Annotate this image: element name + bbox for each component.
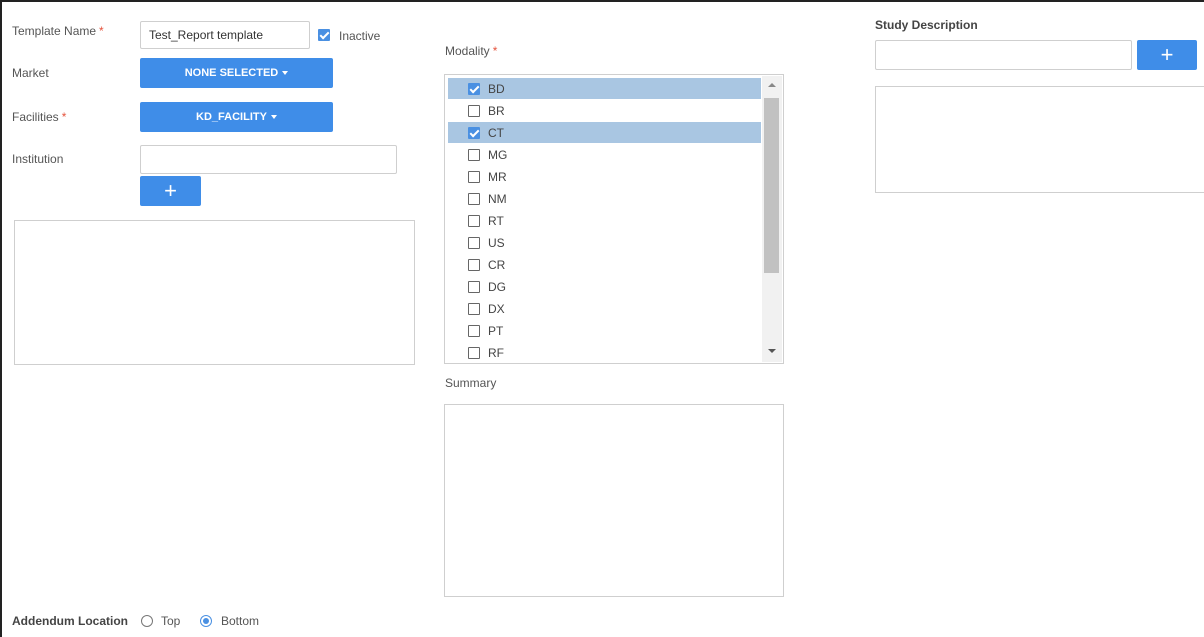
chevron-down-icon: [282, 71, 289, 75]
facilities-button-label: KD_FACILITY: [196, 111, 267, 123]
study-description-label: Study Description: [875, 18, 978, 32]
market-button-label: NONE SELECTED: [184, 67, 279, 79]
modality-item-mr[interactable]: MR: [448, 166, 761, 187]
modality-item-us[interactable]: US: [448, 232, 761, 253]
modality-item-mg[interactable]: MG: [448, 144, 761, 165]
modality-checkbox[interactable]: [468, 83, 480, 95]
modality-item-dx[interactable]: DX: [448, 298, 761, 319]
institution-label: Institution: [12, 152, 64, 166]
modality-checkbox[interactable]: [468, 347, 480, 359]
modality-checkbox[interactable]: [468, 149, 480, 161]
modality-item-label: MR: [488, 170, 507, 184]
market-dropdown-button[interactable]: NONE SELECTED: [140, 58, 333, 88]
scrollbar-thumb[interactable]: [764, 98, 779, 273]
chevron-down-icon: [270, 115, 277, 119]
modality-item-label: PT: [488, 324, 504, 338]
modality-item-label: BR: [488, 104, 505, 118]
summary-textarea[interactable]: [444, 404, 784, 597]
market-label: Market: [12, 66, 49, 80]
plus-icon: +: [1160, 42, 1174, 67]
facilities-dropdown-button[interactable]: KD_FACILITY: [140, 102, 333, 132]
modality-item-label: DX: [488, 302, 505, 316]
inactive-checkbox[interactable]: [318, 29, 330, 41]
modality-checkbox[interactable]: [468, 127, 480, 139]
scroll-up-icon[interactable]: [768, 83, 776, 87]
modality-item-cr[interactable]: CR: [448, 254, 761, 275]
study-description-list[interactable]: [875, 86, 1204, 193]
add-study-description-button[interactable]: +: [1137, 40, 1197, 70]
template-name-label: Template Name *: [12, 24, 104, 38]
modality-item-bd[interactable]: BD: [448, 78, 761, 99]
modality-scrollbar[interactable]: [762, 76, 782, 362]
addendum-top-radio[interactable]: [141, 615, 153, 627]
inactive-label: Inactive: [339, 29, 381, 43]
modality-checkbox[interactable]: [468, 303, 480, 315]
modality-checkbox[interactable]: [468, 281, 480, 293]
addendum-location-label: Addendum Location: [12, 614, 128, 628]
addendum-bottom-radio[interactable]: [200, 615, 212, 627]
modality-item-label: CT: [488, 126, 504, 140]
template-name-input[interactable]: [140, 21, 310, 49]
modality-item-dg[interactable]: DG: [448, 276, 761, 297]
modality-item-ct[interactable]: CT: [448, 122, 761, 143]
scroll-down-icon[interactable]: [768, 349, 776, 353]
modality-checkbox[interactable]: [468, 325, 480, 337]
facilities-label: Facilities *: [12, 110, 67, 124]
modality-item-label: MG: [488, 148, 508, 162]
modality-item-rt[interactable]: RT: [448, 210, 761, 231]
study-description-input[interactable]: [875, 40, 1132, 70]
plus-icon: +: [164, 178, 177, 203]
modality-item-br[interactable]: BR: [448, 100, 761, 121]
modality-item-label: RF: [488, 346, 504, 360]
institution-list[interactable]: [14, 220, 415, 365]
addendum-top-label: Top: [161, 614, 181, 628]
modality-checkbox[interactable]: [468, 259, 480, 271]
modality-item-pt[interactable]: PT: [448, 320, 761, 341]
modality-item-label: BD: [488, 82, 505, 96]
modality-item-label: CR: [488, 258, 506, 272]
summary-label: Summary: [445, 376, 497, 390]
modality-item-label: US: [488, 236, 505, 250]
addendum-bottom-label: Bottom: [221, 614, 260, 628]
modality-checkbox[interactable]: [468, 171, 480, 183]
modality-item-label: NM: [488, 192, 507, 206]
modality-item-label: DG: [488, 280, 506, 294]
modality-item-nm[interactable]: NM: [448, 188, 761, 209]
modality-label: Modality *: [445, 44, 498, 58]
add-institution-button[interactable]: +: [140, 176, 201, 206]
modality-checkbox[interactable]: [468, 237, 480, 249]
modality-checkbox[interactable]: [468, 193, 480, 205]
modality-item-rf[interactable]: RF: [448, 342, 761, 363]
modality-item-label: RT: [488, 214, 504, 228]
modality-checkbox[interactable]: [468, 215, 480, 227]
institution-input[interactable]: [140, 145, 397, 174]
modality-list[interactable]: BD BR CT MG MR NM RT US CR DG DX PT RF: [444, 74, 784, 364]
modality-checkbox[interactable]: [468, 105, 480, 117]
